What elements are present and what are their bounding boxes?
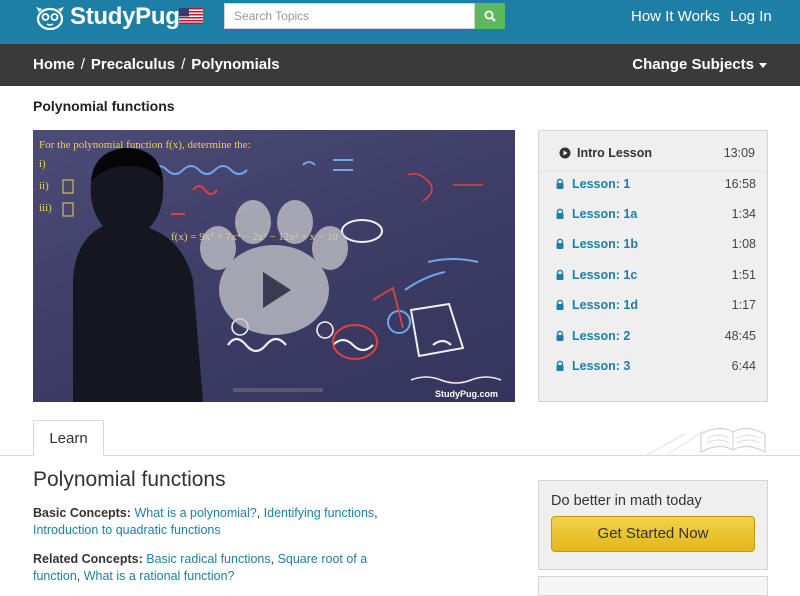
lock-icon xyxy=(556,178,564,189)
related-concepts: Related Concepts: Basic radical function… xyxy=(33,552,368,583)
lock-icon xyxy=(556,238,564,249)
search-icon xyxy=(484,10,496,22)
concept-link[interactable]: Basic radical functions xyxy=(146,552,270,566)
cta-panel: Do better in math today Get Started Now xyxy=(538,480,768,570)
breadcrumb: Home / Precalculus / Polynomials xyxy=(33,56,280,73)
board-line-i: i) xyxy=(39,158,46,170)
concept-link[interactable]: Introduction to quadratic functions xyxy=(33,523,221,537)
lesson-label: Lesson: 2 xyxy=(572,329,631,343)
studypug-logo[interactable]: StudyPug xyxy=(34,3,180,31)
change-subjects-dropdown[interactable]: Change Subjects xyxy=(632,56,767,73)
breadcrumb-bar: Home / Precalculus / Polynomials Change … xyxy=(0,44,800,86)
lesson-duration: 16:58 xyxy=(724,177,756,191)
breadcrumb-precalculus[interactable]: Precalculus xyxy=(91,56,175,73)
concept-link[interactable]: What is a rational function? xyxy=(84,569,235,583)
lesson-item-2[interactable]: Lesson: 2 48:45 xyxy=(554,326,756,346)
lock-icon xyxy=(556,360,564,371)
breadcrumb-separator: / xyxy=(80,56,85,73)
lesson-label: Lesson: 1b xyxy=(572,237,638,251)
lesson-item-intro[interactable]: Intro Lesson 13:09 xyxy=(559,143,755,163)
how-it-works-link[interactable]: How It Works xyxy=(631,8,720,25)
lock-icon xyxy=(556,208,564,219)
lesson-duration: 1:34 xyxy=(731,207,756,221)
caret-down-icon xyxy=(759,62,767,68)
divider xyxy=(539,171,767,172)
lock-icon xyxy=(556,299,564,310)
concept-link[interactable]: What is a polynomial? xyxy=(134,506,256,520)
pug-logo-icon xyxy=(36,7,64,30)
secondary-panel xyxy=(538,576,768,596)
lesson-duration: 1:51 xyxy=(731,268,756,282)
board-line-1: For the polynomial function f(x), determ… xyxy=(39,139,251,151)
basic-concepts-label: Basic Concepts: xyxy=(33,506,131,520)
video-player[interactable]: For the polynomial function f(x), determ… xyxy=(33,130,515,402)
lesson-duration: 48:45 xyxy=(724,329,756,343)
content-title: Polynomial functions xyxy=(33,468,226,491)
lesson-duration: 13:09 xyxy=(723,146,755,160)
lock-icon xyxy=(556,330,564,341)
video-watermark: StudyPug.com xyxy=(435,389,498,399)
video-frame: For the polynomial function f(x), determ… xyxy=(39,139,502,402)
play-icon xyxy=(559,147,571,159)
board-line-iii: iii) xyxy=(39,202,52,214)
lock-icon xyxy=(556,269,564,280)
lesson-item-3[interactable]: Lesson: 3 6:44 xyxy=(554,356,756,376)
lesson-item-1[interactable]: Lesson: 1 16:58 xyxy=(554,174,756,194)
tab-learn[interactable]: Learn xyxy=(33,420,104,456)
lesson-label: Lesson: 3 xyxy=(572,359,631,373)
change-subjects-label: Change Subjects xyxy=(632,56,754,73)
lesson-item-1c[interactable]: Lesson: 1c 1:51 xyxy=(554,265,756,285)
get-started-button[interactable]: Get Started Now xyxy=(551,516,755,552)
lesson-label: Lesson: 1d xyxy=(572,298,638,312)
search-input[interactable]: Search Topics xyxy=(224,3,475,29)
login-link[interactable]: Log In xyxy=(730,8,772,25)
related-concepts-label: Related Concepts: xyxy=(33,552,143,566)
concept-link[interactable]: Identifying functions xyxy=(264,506,375,520)
breadcrumb-separator: / xyxy=(181,56,186,73)
open-book-icon xyxy=(645,427,766,456)
cta-title: Do better in math today xyxy=(551,493,702,509)
lesson-item-1d[interactable]: Lesson: 1d 1:17 xyxy=(554,295,756,315)
lesson-label: Lesson: 1c xyxy=(572,268,638,282)
basic-concepts: Basic Concepts: What is a polynomial?, I… xyxy=(33,506,378,537)
lesson-list: Intro Lesson 13:09 Lesson: 1 16:58 Lesso… xyxy=(538,130,768,402)
lesson-label: Lesson: 1a xyxy=(572,207,638,221)
breadcrumb-home[interactable]: Home xyxy=(33,56,75,73)
lesson-label: Intro Lesson xyxy=(577,146,653,160)
lesson-duration: 1:17 xyxy=(731,298,756,312)
lesson-duration: 6:44 xyxy=(731,359,756,373)
lesson-item-1a[interactable]: Lesson: 1a 1:34 xyxy=(554,204,756,224)
brand-name: StudyPug xyxy=(70,3,180,30)
breadcrumb-polynomials[interactable]: Polynomials xyxy=(191,56,279,73)
board-line-ii: ii) xyxy=(39,180,49,192)
top-navbar: StudyPug Search Topics How It Works Log … xyxy=(0,0,800,44)
play-overlay-paw-icon xyxy=(200,200,348,335)
page-heading: Polynomial functions xyxy=(33,98,175,114)
lesson-duration: 1:08 xyxy=(731,237,756,251)
us-flag-icon[interactable] xyxy=(179,8,203,24)
lesson-label: Lesson: 1 xyxy=(572,177,631,191)
lesson-item-1b[interactable]: Lesson: 1b 1:08 xyxy=(554,234,756,254)
search-button[interactable] xyxy=(475,3,505,29)
